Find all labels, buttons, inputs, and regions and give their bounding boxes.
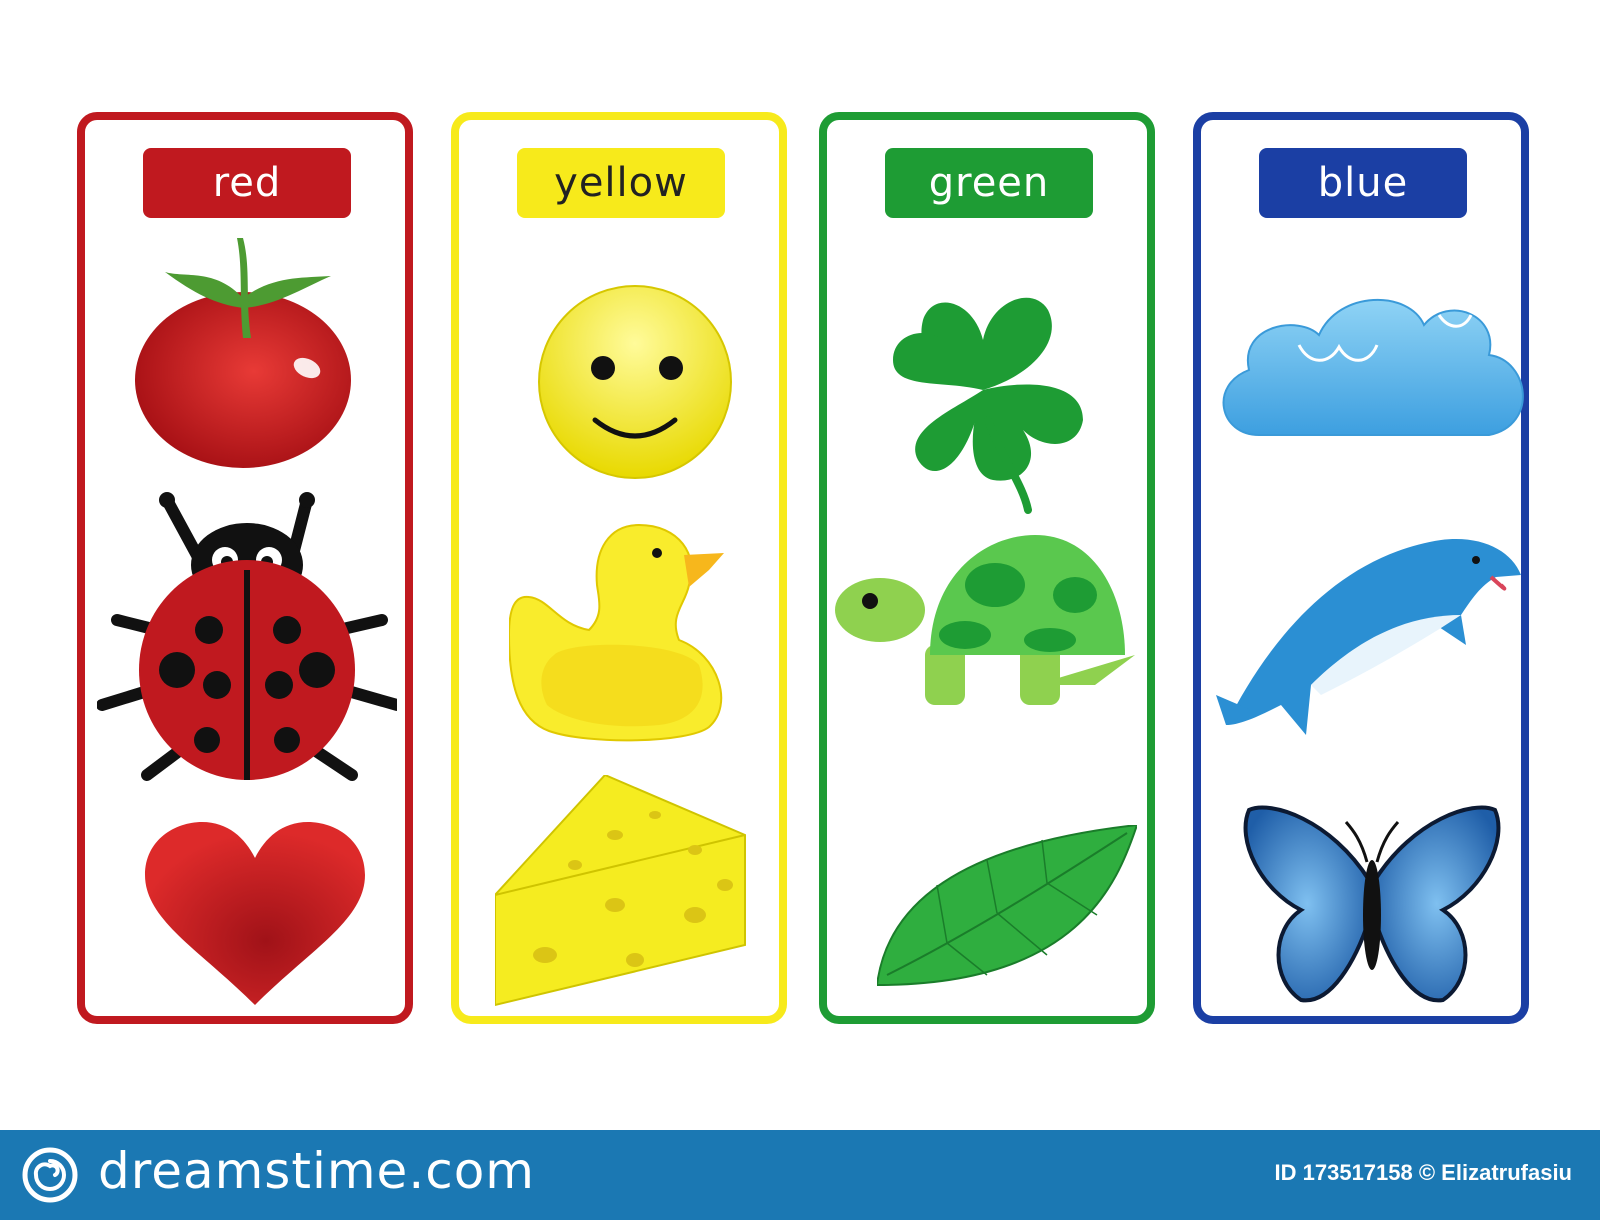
image-credit: ID 173517158 © Elizatrufasiu: [1274, 1160, 1572, 1185]
footer-banner: dreamstime.com ID 173517158 © Elizatrufa…: [0, 1130, 1600, 1220]
card-yellow: yellow: [451, 112, 787, 1024]
turtle-icon: [835, 535, 1135, 705]
smiley-face-icon: [538, 285, 732, 479]
leaf-icon: [877, 825, 1137, 987]
card-red: red: [77, 112, 413, 1024]
cloud-icon: [1222, 298, 1524, 436]
dolphin-icon: [1216, 539, 1521, 735]
tomato-icon: [135, 238, 351, 468]
card-green: green: [819, 112, 1155, 1024]
spiral-logo-icon: [22, 1147, 78, 1203]
four-leaf-clover-icon: [893, 297, 1083, 514]
ladybug-icon: [97, 492, 397, 781]
card-blue: blue: [1193, 112, 1529, 1024]
cheese-icon: [495, 775, 746, 1007]
heart-icon: [145, 822, 365, 1005]
rubber-duck-icon: [509, 523, 724, 742]
butterfly-icon: [1243, 805, 1501, 1003]
color-label-red: red: [143, 148, 351, 218]
color-label-green: green: [885, 148, 1093, 218]
color-label-yellow: yellow: [517, 148, 725, 218]
brand-logo-text[interactable]: dreamstime.com: [98, 1142, 535, 1200]
color-label-blue: blue: [1259, 148, 1467, 218]
